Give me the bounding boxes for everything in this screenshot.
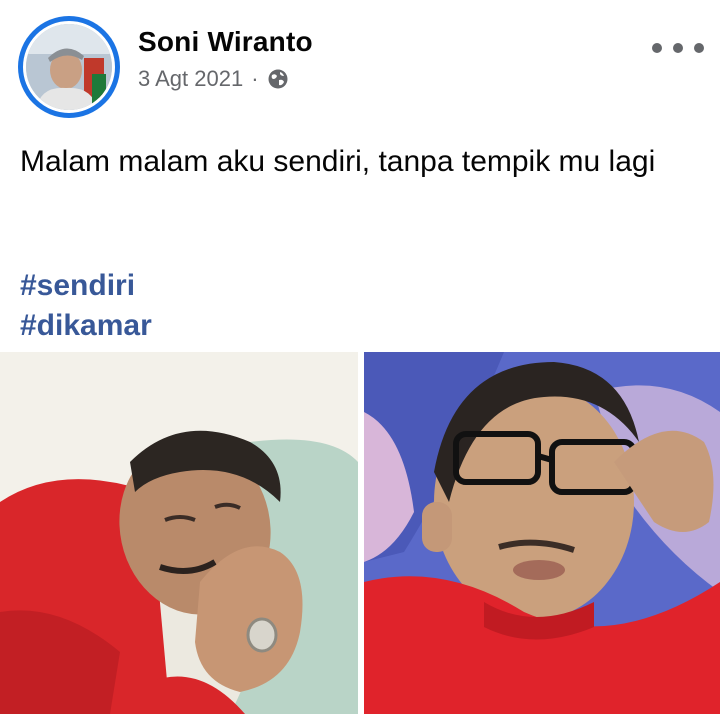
post-header: Soni Wiranto 3 Agt 2021 · — [0, 0, 720, 120]
photo-man-on-pillow[interactable] — [0, 352, 358, 714]
photo-man-with-glasses[interactable] — [364, 352, 720, 714]
more-options-icon[interactable] — [652, 36, 704, 60]
avatar-image — [23, 21, 115, 113]
globe-icon — [267, 68, 289, 90]
hashtag-sendiri[interactable]: #sendiri — [20, 266, 420, 306]
more-dot — [694, 43, 704, 53]
post-meta: 3 Agt 2021 · — [138, 64, 289, 94]
meta-separator: · — [251, 66, 259, 91]
more-dot — [652, 43, 662, 53]
hashtag-dikamar[interactable]: #dikamar — [20, 306, 420, 346]
hashtag-list: #sendiri #dikamar — [20, 266, 420, 346]
more-dot — [673, 43, 683, 53]
feed-post: Soni Wiranto 3 Agt 2021 · Malam malam ak… — [0, 0, 720, 719]
post-text: Malam malam aku sendiri, tanpa tempik mu… — [20, 145, 656, 178]
author-name[interactable]: Soni Wiranto — [138, 26, 313, 58]
photo-grid — [0, 352, 720, 719]
avatar[interactable] — [18, 16, 120, 118]
post-date[interactable]: 3 Agt 2021 — [138, 66, 243, 92]
